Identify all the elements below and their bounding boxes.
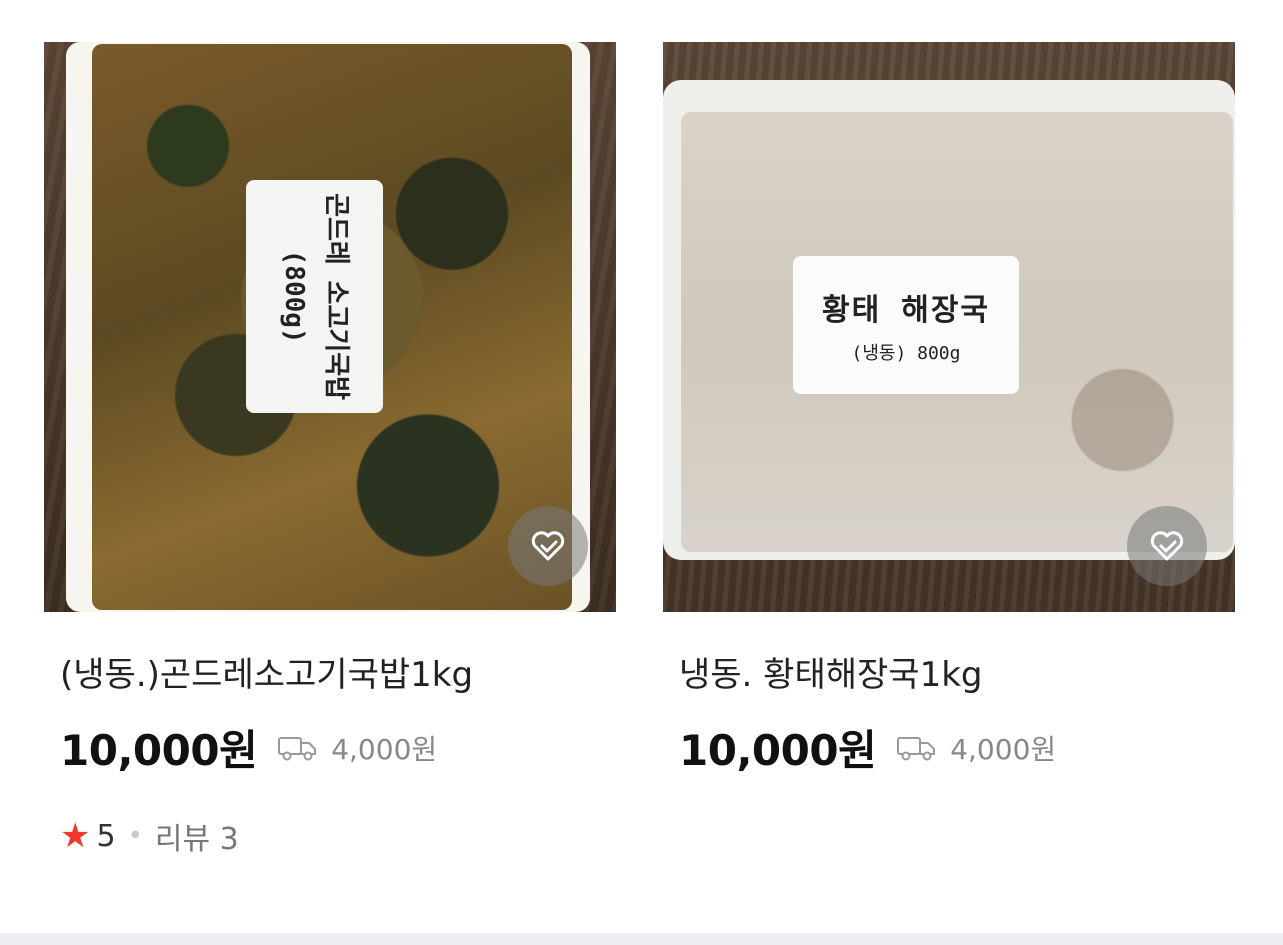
shipping-fee: 4,000원 [277,728,437,768]
section-divider [0,933,1283,945]
rating-row: ★ 5 • 리뷰 3 [60,814,616,858]
heart-check-icon [531,531,565,561]
image-package-label: 황태 해장국 (냉동) 800g [793,256,1019,394]
review-count: 리뷰 3 [154,822,239,858]
wishlist-button[interactable] [508,506,588,586]
price-row: 10,000원 4,000원 [60,717,616,778]
product-card[interactable]: 황태 해장국 (냉동) 800g 냉동. 황태해장국1kg 10,000원 4,… [663,42,1235,778]
image-package-label: 곤드레 소고기국밥 (800g) [246,180,383,413]
package-label-line2: (800g) [279,249,310,344]
package-label-line1: 곤드레 소고기국밥 [321,192,352,401]
rating-value: 5 [96,818,116,854]
shipping-fee-value: 4,000원 [950,732,1057,766]
truck-icon [278,736,317,761]
heart-check-icon [1150,531,1184,561]
product-image[interactable]: 황태 해장국 (냉동) 800g [663,42,1235,612]
product-title[interactable]: 냉동. 황태해장국1kg [679,655,1235,695]
package-label-line2: (냉동) 800g [851,343,961,364]
product-price: 10,000원 [60,726,258,776]
product-image[interactable]: 곤드레 소고기국밥 (800g) [44,42,616,612]
product-title[interactable]: (냉동.)곤드레소고기국밥1kg [60,655,616,695]
product-card[interactable]: 곤드레 소고기국밥 (800g) (냉동.)곤드레소고기국밥1kg 10,000… [44,42,616,858]
wishlist-button[interactable] [1127,506,1207,586]
package-label-line1: 황태 해장국 [821,293,991,328]
truck-icon [897,736,936,761]
shipping-fee: 4,000원 [896,728,1056,768]
star-icon: ★ [60,816,91,857]
separator-dot: • [127,821,143,852]
product-price: 10,000원 [679,726,877,776]
price-row: 10,000원 4,000원 [679,717,1235,778]
shipping-fee-value: 4,000원 [331,732,438,766]
